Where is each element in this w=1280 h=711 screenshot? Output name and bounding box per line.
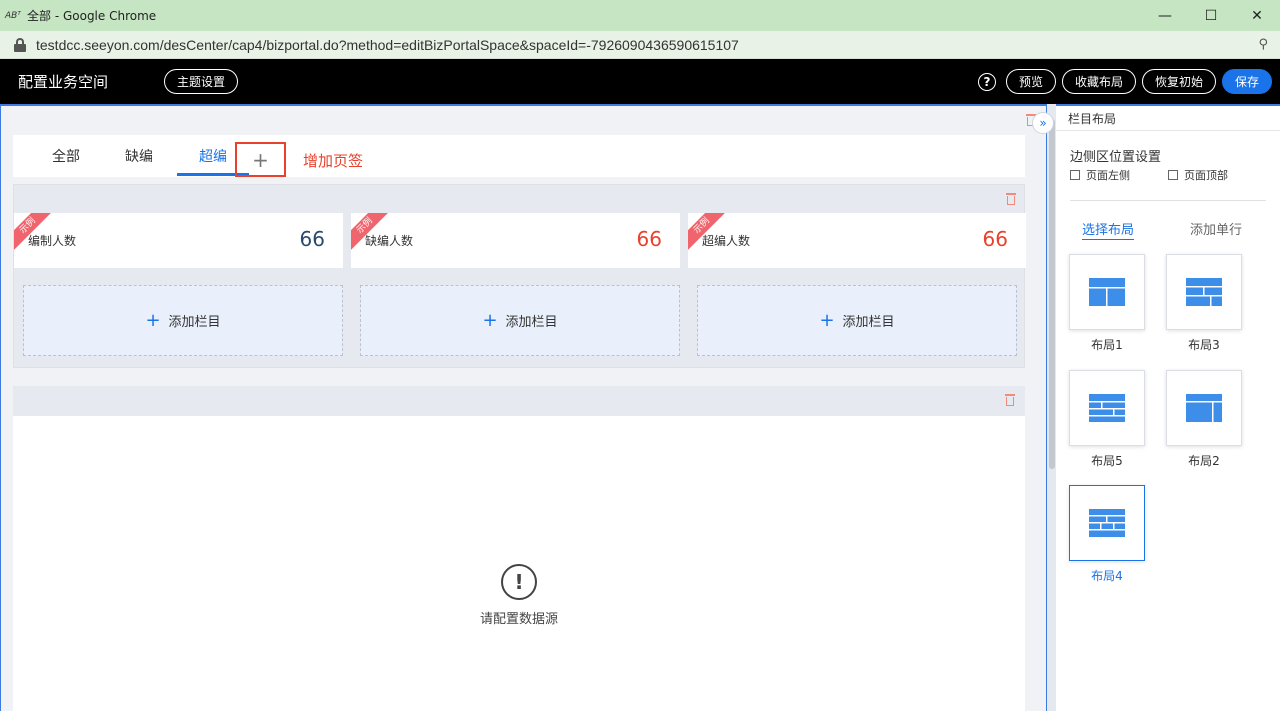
stat-value: 66 bbox=[982, 227, 1008, 251]
layout-row-1: 示例 编制人数 66 示例 缺编人数 66 示例 超编人数 66 + 添加栏目 … bbox=[13, 184, 1026, 368]
app-header: 配置业务空间 主题设置 ? 预览 收藏布局 恢复初始 保存 bbox=[0, 59, 1280, 104]
add-column-label: 添加栏目 bbox=[505, 315, 558, 330]
add-column-button[interactable]: + 添加栏目 bbox=[360, 285, 680, 356]
checkbox-page-left[interactable] bbox=[1070, 170, 1080, 180]
stat-label: 缺编人数 bbox=[365, 234, 414, 248]
theme-settings-button[interactable]: 主题设置 bbox=[164, 69, 239, 94]
column-content[interactable]: ! 请配置数据源 bbox=[13, 416, 1025, 711]
maximize-button[interactable]: ☐ bbox=[1188, 0, 1234, 31]
layout-label: 布局4 bbox=[1091, 569, 1123, 583]
minimize-button[interactable]: — bbox=[1142, 0, 1188, 31]
stat-label: 超编人数 bbox=[702, 234, 751, 248]
layout-2-icon bbox=[1186, 394, 1222, 422]
layout-label: 布局1 bbox=[1091, 338, 1123, 352]
window-controls: — ☐ ✕ bbox=[1142, 0, 1280, 31]
layout-4-icon bbox=[1089, 509, 1125, 537]
app-icon: ABᵀ bbox=[5, 10, 21, 21]
layout-label: 布局3 bbox=[1188, 338, 1220, 352]
panel-title: 栏目布局 bbox=[1068, 112, 1117, 126]
layout-row-2: ! 请配置数据源 bbox=[13, 386, 1025, 711]
tab-shortage[interactable]: 缺编 bbox=[125, 146, 153, 166]
layout-option-1[interactable] bbox=[1069, 254, 1145, 330]
stat-card-headcount[interactable]: 示例 编制人数 66 bbox=[14, 213, 343, 268]
collapse-panel-icon[interactable]: » bbox=[1032, 112, 1054, 134]
zoom-icon[interactable]: ⚲ bbox=[1258, 37, 1268, 52]
warning-icon: ! bbox=[501, 564, 537, 600]
layout-1-icon bbox=[1089, 278, 1125, 306]
divider bbox=[1056, 130, 1280, 131]
preview-button[interactable]: 预览 bbox=[1005, 69, 1056, 94]
stat-value: 66 bbox=[636, 227, 662, 251]
plus-icon: + bbox=[819, 310, 835, 331]
divider bbox=[1070, 200, 1266, 201]
add-tab-button[interactable]: + bbox=[235, 142, 286, 177]
address-bar: testdcc.seeyon.com/desCenter/cap4/bizpor… bbox=[0, 31, 1280, 59]
plus-icon: + bbox=[482, 310, 498, 331]
option-page-top[interactable]: 页面顶部 bbox=[1168, 167, 1228, 183]
layout-option-2[interactable] bbox=[1166, 370, 1242, 446]
option-top-label: 页面顶部 bbox=[1184, 169, 1228, 182]
collect-layout-button[interactable]: 收藏布局 bbox=[1061, 69, 1136, 94]
stat-card-shortage[interactable]: 示例 缺编人数 66 bbox=[351, 213, 680, 268]
checkbox-page-top[interactable] bbox=[1168, 170, 1178, 180]
empty-state-text: 请配置数据源 bbox=[479, 612, 558, 627]
add-column-button[interactable]: + 添加栏目 bbox=[697, 285, 1017, 356]
tab-add-row[interactable]: 添加单行 bbox=[1190, 219, 1242, 238]
scrollbar-thumb[interactable] bbox=[1049, 119, 1055, 469]
add-column-button[interactable]: + 添加栏目 bbox=[23, 285, 343, 356]
tab-overstaffed[interactable]: 超编 bbox=[199, 146, 227, 166]
add-column-label: 添加栏目 bbox=[168, 315, 221, 330]
layout-option-3[interactable] bbox=[1166, 254, 1242, 330]
lock-icon bbox=[14, 37, 26, 52]
add-column-label: 添加栏目 bbox=[842, 315, 895, 330]
stat-card-overstaffed[interactable]: 示例 超编人数 66 bbox=[688, 213, 1026, 268]
side-position-label: 边侧区位置设置 bbox=[1070, 150, 1162, 165]
layout-option-5[interactable] bbox=[1069, 370, 1145, 446]
plus-icon: + bbox=[145, 310, 161, 331]
option-page-left[interactable]: 页面左侧 bbox=[1070, 167, 1130, 183]
save-button[interactable]: 保存 bbox=[1221, 69, 1272, 94]
help-icon[interactable]: ? bbox=[977, 72, 996, 91]
url-text[interactable]: testdcc.seeyon.com/desCenter/cap4/bizpor… bbox=[36, 37, 739, 53]
window-title: 全部 - Google Chrome bbox=[27, 9, 157, 23]
layout-3-icon bbox=[1186, 278, 1222, 306]
layout-panel: 栏目布局 边侧区位置设置 页面左侧 页面顶部 选择布局 添加单行 布局1 布局3 bbox=[1056, 104, 1280, 711]
main-scrollbar[interactable] bbox=[1046, 104, 1056, 711]
layout-option-4[interactable] bbox=[1069, 485, 1145, 561]
layout-5-icon bbox=[1089, 394, 1125, 422]
layout-label: 布局5 bbox=[1091, 454, 1123, 468]
trash-icon[interactable] bbox=[1006, 193, 1016, 205]
main-canvas: 全部 缺编 超编 + 增加页签 示例 编制人数 66 示例 缺编人数 66 示例… bbox=[0, 104, 1046, 711]
layout-label: 布局2 bbox=[1188, 454, 1220, 468]
stat-label: 编制人数 bbox=[28, 234, 77, 248]
restore-default-button[interactable]: 恢复初始 bbox=[1141, 69, 1216, 94]
page-title: 配置业务空间 bbox=[18, 73, 109, 91]
page-tabs: 全部 缺编 超编 + bbox=[13, 135, 1025, 177]
option-left-label: 页面左侧 bbox=[1086, 169, 1130, 182]
header-actions: ? 预览 收藏布局 恢复初始 保存 bbox=[977, 69, 1272, 94]
stat-value: 66 bbox=[299, 227, 325, 251]
window-titlebar: ABᵀ 全部 - Google Chrome — ☐ ✕ bbox=[0, 0, 1280, 31]
tab-all[interactable]: 全部 bbox=[52, 146, 80, 166]
tab-select-layout[interactable]: 选择布局 bbox=[1082, 219, 1135, 240]
add-tab-callout: 增加页签 bbox=[303, 152, 364, 170]
trash-icon[interactable] bbox=[1005, 394, 1015, 406]
close-button[interactable]: ✕ bbox=[1234, 0, 1280, 31]
